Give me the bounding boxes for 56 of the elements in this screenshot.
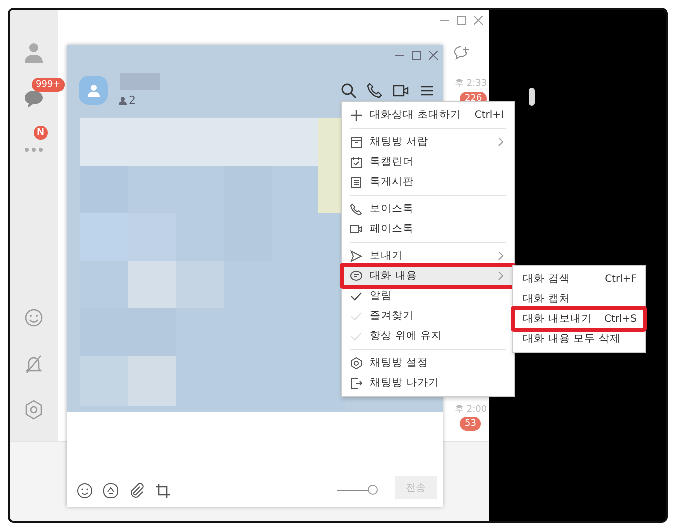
menu-item[interactable]: 항상 위에 유지 [342,326,514,346]
menu-item[interactable]: 톡캘린더 [342,152,514,172]
calendar-icon [350,156,363,168]
close-icon[interactable] [429,51,438,60]
maximize-icon[interactable] [412,51,421,60]
menu-item[interactable]: 알림 [342,286,514,306]
search-icon[interactable] [341,83,357,99]
phone-icon[interactable] [367,83,383,99]
menu-item[interactable]: 보내기 [342,246,514,266]
drawer-icon [350,136,363,148]
board-icon [350,176,363,188]
paperclip-icon[interactable] [129,483,145,499]
menu-item[interactable]: 채팅방 설정 [342,353,514,373]
menu-item[interactable]: 대화 내보내기 Ctrl+S [513,309,645,329]
crop-icon[interactable] [155,483,171,499]
message-time: 후 2:33 [455,78,488,90]
menu-item[interactable]: 대화 내용 [342,266,514,286]
shortcut-label: Ctrl+S [604,314,637,324]
settings-icon [350,356,363,370]
maximize-icon[interactable] [457,16,466,25]
send-icon [350,250,363,262]
menu-item[interactable]: 대화상대 초대하기 Ctrl+I [342,105,514,125]
scrollbar[interactable] [529,88,535,106]
emoticon-icon[interactable] [103,483,119,499]
chat-bubble-icon[interactable] [23,88,45,110]
video-camera-icon[interactable] [393,83,409,99]
notification-badge: 999+ [32,78,65,92]
new-chat-icon[interactable] [454,46,470,61]
menu-item[interactable]: 채팅방 서랍 [342,132,514,152]
person-icon [119,96,127,104]
menu-item[interactable]: 채팅방 나가기 [342,373,514,393]
emoji-icon[interactable] [77,483,93,499]
speech-bubble-icon [350,270,363,282]
message-time: 후 2:00 [455,404,488,416]
phone-icon [350,202,363,216]
unread-badge: 53 [460,417,482,431]
person-icon[interactable] [23,42,45,64]
menu-item[interactable]: 대화 검색 Ctrl+F [513,269,645,289]
menu-item[interactable]: 보이스톡 [342,199,514,219]
close-icon[interactable] [474,16,483,25]
shortcut-label: Ctrl+I [474,110,504,120]
settings-icon[interactable] [23,399,45,421]
shortcut-label: Ctrl+F [605,274,637,284]
menu-item[interactable]: 대화 캡처 [513,289,645,309]
notification-badge: N [34,126,48,140]
menu-item[interactable]: 톡게시판 [342,172,514,192]
slider-thumb[interactable] [368,485,378,495]
bell-off-icon[interactable] [23,353,45,375]
video-camera-icon [350,222,363,236]
member-count: 2 [129,94,136,107]
avatar[interactable] [79,76,108,105]
plus-icon [350,108,363,122]
menu-item[interactable]: 즐겨찾기 [342,306,514,326]
menu-item[interactable]: 대화 내용 모두 삭제 [513,329,645,349]
menu-item[interactable]: 페이스톡 [342,219,514,239]
exit-icon [350,376,363,390]
